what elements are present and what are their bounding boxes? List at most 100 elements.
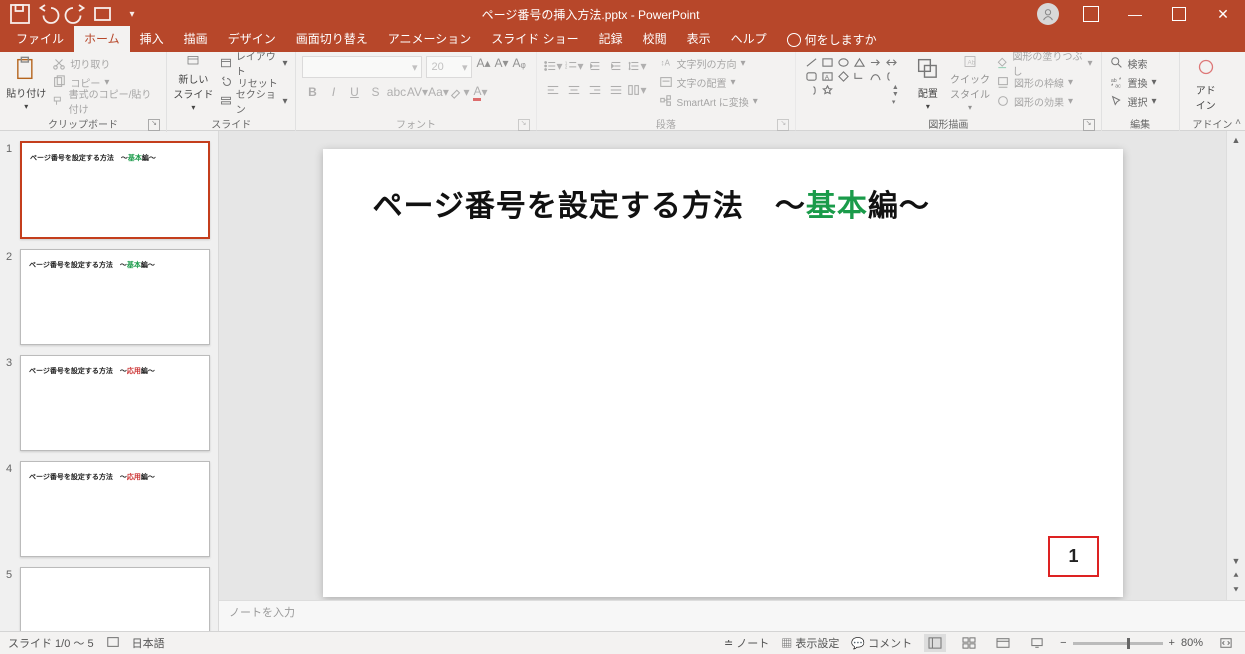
tab-transitions[interactable]: 画面切り替え (286, 26, 378, 52)
account-avatar[interactable] (1037, 3, 1059, 25)
shape-textbox-icon[interactable]: A (820, 70, 834, 82)
align-left-icon[interactable] (543, 80, 563, 100)
select-button[interactable]: 選択 ▾ (1108, 92, 1159, 110)
paste-button[interactable]: 貼り付け ▾ (6, 54, 46, 112)
tab-home[interactable]: ホーム (74, 26, 130, 52)
font-dialog-icon[interactable]: ↘ (518, 119, 530, 131)
tell-me[interactable]: 何をしますか (777, 27, 887, 52)
tab-slideshow[interactable]: スライド ショー (481, 26, 588, 52)
tab-file[interactable]: ファイル (6, 26, 74, 52)
shrink-font-icon[interactable]: A▾ (495, 56, 509, 78)
tab-review[interactable]: 校閲 (633, 26, 677, 52)
new-slide-button[interactable]: 新しい スライド ▾ (173, 54, 214, 112)
shape-effects-button[interactable]: 図形の効果 ▾ (994, 92, 1095, 110)
thumbnail-slide-1[interactable]: 1ページ番号を設定する方法 ～基本編～ (6, 141, 210, 239)
clear-format-icon[interactable]: Aᵩ (513, 56, 526, 78)
section-button[interactable]: セクション ▾ (218, 92, 290, 110)
align-text-button[interactable]: 文字の配置 ▾ (657, 73, 760, 91)
fit-window-icon[interactable] (1215, 634, 1237, 652)
italic-icon[interactable]: I (323, 82, 343, 102)
grow-font-icon[interactable]: A▴ (476, 56, 490, 78)
redo-icon[interactable] (64, 2, 88, 26)
thumbnail-slide-2[interactable]: 2ページ番号を設定する方法 ～基本編～ (6, 249, 210, 345)
shape-brace-icon[interactable] (884, 70, 898, 82)
layout-button[interactable]: レイアウト ▾ (218, 54, 290, 72)
shadow-icon[interactable]: abc (386, 82, 406, 102)
paragraph-dialog-icon[interactable]: ↘ (777, 119, 789, 131)
tab-record[interactable]: 記録 (589, 26, 633, 52)
columns-icon[interactable]: ▾ (627, 80, 647, 100)
shape-rect-icon[interactable] (820, 56, 834, 68)
shape-ellipse-icon[interactable] (836, 56, 850, 68)
tab-view[interactable]: 表示 (677, 26, 721, 52)
slide-indicator[interactable]: スライド 1/0 ～ 5 (8, 635, 94, 651)
shape-fill-button[interactable]: 図形の塗りつぶし ▾ (994, 54, 1095, 72)
font-name-select[interactable]: ▾ (302, 56, 422, 78)
font-size-select[interactable]: 20▾ (426, 56, 472, 78)
shape-triangle-icon[interactable] (852, 56, 866, 68)
shapes-gallery[interactable]: A ▲▼▾ (802, 54, 906, 112)
format-painter-button[interactable]: 書式のコピー/貼り付け (50, 92, 160, 110)
normal-view-icon[interactable] (924, 634, 946, 652)
tab-help[interactable]: ヘルプ (721, 26, 777, 52)
change-case-icon[interactable]: Aa▾ (428, 82, 448, 102)
reading-view-icon[interactable] (992, 634, 1014, 652)
shape-doublearrow-icon[interactable] (884, 56, 898, 68)
underline-icon[interactable]: U (344, 82, 364, 102)
zoom-value[interactable]: 80% (1181, 637, 1203, 649)
vertical-scrollbar[interactable]: ▲ ▼ ⯅ ⯆ (1226, 131, 1245, 600)
increase-indent-icon[interactable] (606, 56, 626, 76)
align-right-icon[interactable] (585, 80, 605, 100)
tab-draw[interactable]: 描画 (174, 26, 218, 52)
start-from-beginning-icon[interactable] (92, 2, 116, 26)
line-spacing-icon[interactable]: ▾ (627, 56, 647, 76)
shape-line-icon[interactable] (804, 56, 818, 68)
slide-title[interactable]: ページ番号を設定する方法 ～基本編～ (373, 181, 930, 225)
display-settings-button[interactable]: ▦ 表示設定 (781, 635, 839, 651)
shape-star-icon[interactable] (820, 84, 834, 96)
scroll-up-icon[interactable]: ▲ (1232, 135, 1241, 145)
thumbnail-slide-5[interactable]: 5 (6, 567, 210, 631)
comments-button[interactable]: 💬 コメント (851, 635, 912, 651)
gallery-up-icon[interactable]: ▲ (892, 84, 904, 91)
next-slide-icon[interactable]: ⯆ (1232, 585, 1239, 596)
slideshow-view-icon[interactable] (1026, 634, 1048, 652)
numbering-icon[interactable]: 12▾ (564, 56, 584, 76)
bold-icon[interactable]: B (302, 82, 322, 102)
text-direction-button[interactable]: ↕A文字列の方向 ▾ (657, 54, 760, 72)
sorter-view-icon[interactable] (958, 634, 980, 652)
ribbon-display-icon[interactable] (1069, 0, 1113, 28)
maximize-icon[interactable] (1157, 0, 1201, 28)
zoom-in-icon[interactable]: + (1169, 637, 1175, 649)
save-icon[interactable] (8, 2, 32, 26)
language-indicator[interactable]: 日本語 (132, 635, 165, 651)
highlight-icon[interactable]: ▾ (449, 82, 469, 102)
shape-brace2-icon[interactable] (804, 84, 818, 96)
replace-button[interactable]: abac置換 ▾ (1108, 73, 1159, 91)
zoom-slider[interactable] (1073, 642, 1163, 645)
cut-button[interactable]: 切り取り (50, 54, 160, 72)
tab-animations[interactable]: アニメーション (378, 26, 482, 52)
scroll-down-icon[interactable]: ▼ (1232, 556, 1241, 566)
minimize-icon[interactable]: ― (1113, 0, 1157, 28)
undo-icon[interactable] (36, 2, 60, 26)
shape-diamond-icon[interactable] (836, 70, 850, 82)
spellcheck-icon[interactable] (106, 635, 120, 652)
decrease-indent-icon[interactable] (585, 56, 605, 76)
shape-outline-button[interactable]: 図形の枠線 ▾ (994, 73, 1095, 91)
arrange-button[interactable]: 配置▾ (910, 54, 946, 112)
notes-pane[interactable]: ノートを入力 (219, 600, 1245, 631)
smartart-button[interactable]: SmartArt に変換 ▾ (657, 92, 760, 110)
tab-insert[interactable]: 挿入 (130, 26, 174, 52)
notes-toggle[interactable]: ≐ ノート (724, 635, 769, 651)
shape-curve-icon[interactable] (868, 70, 882, 82)
close-icon[interactable]: ✕ (1201, 0, 1245, 28)
shape-roundrect-icon[interactable] (804, 70, 818, 82)
prev-slide-icon[interactable]: ⯅ (1232, 570, 1239, 581)
zoom-control[interactable]: − + 80% (1060, 637, 1203, 649)
zoom-out-icon[interactable]: − (1060, 637, 1066, 649)
font-color-icon[interactable]: A▾ (470, 82, 490, 102)
drawing-dialog-icon[interactable]: ↘ (1083, 119, 1095, 131)
align-center-icon[interactable] (564, 80, 584, 100)
thumbnail-slide-3[interactable]: 3ページ番号を設定する方法 ～応用編～ (6, 355, 210, 451)
